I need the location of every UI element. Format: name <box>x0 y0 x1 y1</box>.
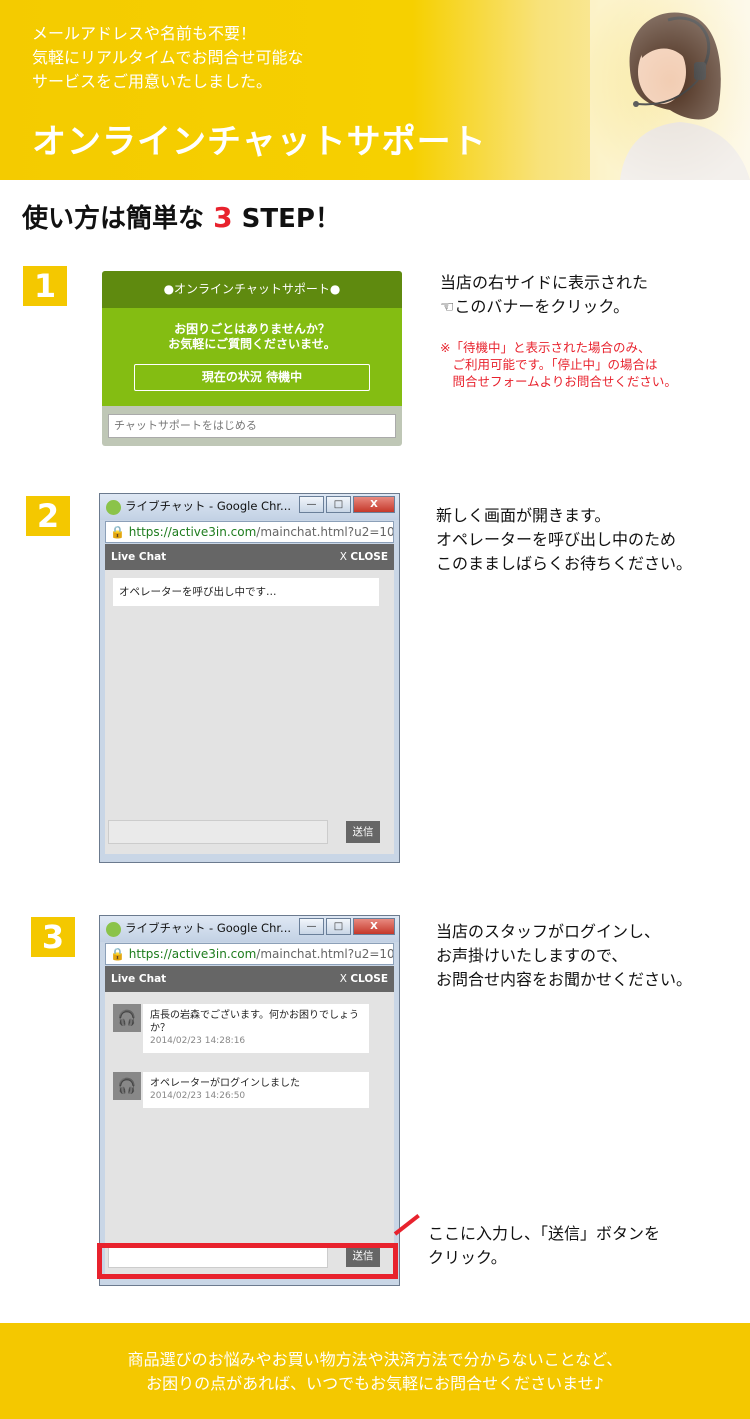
send-button[interactable]: 送信 <box>346 821 380 843</box>
chat-close-button[interactable]: X CLOSE <box>340 544 388 570</box>
step-2-badge: 2 <box>26 496 70 536</box>
lock-icon: 🔒 <box>110 525 125 539</box>
step-3-hint: ここに入力し、「送信」ボタンを クリック。 <box>428 1222 660 1270</box>
chat-window-step-2: ライブチャット - Google Chr... — □ X 🔒 https://… <box>99 493 400 863</box>
support-operator-image <box>590 0 750 180</box>
banner-message-1: お困りごとはありませんか？ <box>174 322 330 336</box>
footer-line-2: お困りの点があれば、いつでもお気軽にお問合せくださいませ♪ <box>146 1374 604 1393</box>
step-1-desc-line-1: 当店の右サイドに表示された <box>440 273 649 292</box>
headset-icon: 🎧 <box>113 1004 141 1032</box>
url-scheme: https:// <box>128 525 172 539</box>
hero-intro: メールアドレスや名前も不要！ 気軽にリアルタイムでお問合せ可能な サービスをご用… <box>32 22 304 94</box>
hero-title: オンラインチャットサポート <box>32 122 487 162</box>
live-chat-header: Live Chat X CLOSE <box>105 544 394 570</box>
steps-heading-suffix: STEP！ <box>241 204 341 234</box>
live-chat-header: Live Chat X CLOSE <box>105 966 394 992</box>
chat-favicon-icon <box>106 922 121 937</box>
window-titlebar: ライブチャット - Google Chr... — □ X <box>100 494 399 520</box>
chat-close-button[interactable]: X CLOSE <box>340 966 388 992</box>
step-1-description: 当店の右サイドに表示された ☜このバナーをクリック。 <box>440 271 648 319</box>
window-close-button[interactable]: X <box>353 918 395 935</box>
step-3-hint-line-2: クリック。 <box>428 1248 507 1267</box>
chat-body: オペレーターを呼び出し中です… 送信 <box>105 570 394 854</box>
banner-start-chat-field[interactable]: チャットサポートをはじめる <box>108 414 396 438</box>
step-1-note: ※「待機中」と表示された場合のみ、 ご利用可能です。「停止中」の場合は 問合せフ… <box>440 339 677 390</box>
chat-window-step-3: ライブチャット - Google Chr... — □ X 🔒 https://… <box>99 915 400 1286</box>
window-title: ライブチャット - Google Chr... <box>125 921 292 935</box>
step-1-desc-line-2: ☜このバナーをクリック。 <box>440 297 630 316</box>
banner-status-box: 現在の状況 待機中 <box>134 364 370 391</box>
step-3-desc-line-3: お問合せ内容をお聞かせください。 <box>436 970 693 989</box>
close-x-icon: X <box>339 551 347 563</box>
url-path: /mainchat.html?u2=10 <box>256 947 394 961</box>
step-1-note-line-1: ※「待機中」と表示された場合のみ、 <box>440 340 651 355</box>
hero-line-2: 気軽にリアルタイムでお問合せ可能な <box>32 48 304 67</box>
message-bubble: 店長の岩森でございます。何かお困りでしょう か？ 2014/02/23 14:2… <box>143 1004 369 1053</box>
step-3-desc-line-1: 当店のスタッフがログインし、 <box>436 922 661 941</box>
minimize-button[interactable]: — <box>299 918 324 935</box>
step-1-note-line-3: 問合せフォームよりお問合せください。 <box>440 374 677 389</box>
step-2-desc-line-3: このまましばらくお待ちください。 <box>436 554 693 573</box>
message-timestamp: 2014/02/23 14:26:50 <box>150 1091 246 1101</box>
footer-line-1: 商品選びのお悩みやお買い物方法や決済方法で分からないことなど、 <box>127 1350 623 1369</box>
url-scheme: https:// <box>128 947 172 961</box>
system-message: オペレーターを呼び出し中です… <box>113 578 379 606</box>
close-x-icon: X <box>339 973 347 985</box>
window-close-button[interactable]: X <box>353 496 395 513</box>
url-host: active3in.com <box>171 525 257 539</box>
input-highlight-box <box>97 1243 398 1279</box>
step-1-badge: 1 <box>23 266 67 306</box>
banner-message-2: お気軽にご質問くださいませ。 <box>168 337 336 351</box>
step-3-badge: 3 <box>31 917 75 957</box>
step-2-desc-line-1: 新しく画面が開きます。 <box>436 506 611 525</box>
banner-title: ●オンラインチャットサポート● <box>102 271 402 308</box>
steps-heading: 使い方は簡単な 3 STEP！ <box>22 198 341 235</box>
address-bar[interactable]: 🔒 https://active3in.com/mainchat.html?u2… <box>105 521 394 543</box>
address-bar[interactable]: 🔒 https://active3in.com/mainchat.html?u2… <box>105 943 394 965</box>
url-path: /mainchat.html?u2=10 <box>256 525 394 539</box>
banner-body: お困りごとはありませんか？ お気軽にご質問くださいませ。 現在の状況 待機中 <box>102 308 402 406</box>
steps-heading-number: 3 <box>213 201 233 234</box>
message-text: 店長の岩森でございます。何かお困りでしょう <box>150 1010 359 1021</box>
message-bubble: オペレーターがログインしました 2014/02/23 14:26:50 <box>143 1072 369 1108</box>
chat-input-row: 送信 <box>108 820 384 844</box>
message-text: オペレーターがログインしました <box>150 1078 300 1089</box>
step-1-note-line-2: ご利用可能です。「停止中」の場合は <box>440 357 658 372</box>
step-3-description: 当店のスタッフがログインし、 お声掛けいたしますので、 お問合せ内容をお聞かせく… <box>436 920 692 992</box>
step-3-hint-line-1: ここに入力し、「送信」ボタンを <box>428 1224 661 1243</box>
hero-banner: メールアドレスや名前も不要！ 気軽にリアルタイムでお問合せ可能な サービスをご用… <box>0 0 750 180</box>
live-chat-label: Live Chat <box>111 551 167 563</box>
window-controls: — □ X <box>297 918 395 935</box>
hero-line-1: メールアドレスや名前も不要！ <box>32 24 257 43</box>
footer-banner: 商品選びのお悩みやお買い物方法や決済方法で分からないことなど、 お困りの点があれ… <box>0 1323 750 1419</box>
minimize-button[interactable]: — <box>299 496 324 513</box>
chat-favicon-icon <box>106 500 121 515</box>
headset-icon: 🎧 <box>113 1072 141 1100</box>
message-text-cont: か？ <box>150 1023 170 1034</box>
step-2-description: 新しく画面が開きます。 オペレーターを呼び出し中のため このまましばらくお待ちく… <box>436 504 692 576</box>
chat-close-label: CLOSE <box>350 551 388 563</box>
live-chat-label: Live Chat <box>111 973 167 985</box>
message-timestamp: 2014/02/23 14:28:16 <box>150 1036 246 1046</box>
steps-heading-prefix: 使い方は簡単な <box>22 204 205 234</box>
step-2-desc-line-2: オペレーターを呼び出し中のため <box>436 530 677 549</box>
hero-line-3: サービスをご用意いたしました。 <box>32 72 273 91</box>
maximize-button[interactable]: □ <box>326 918 351 935</box>
step-3-desc-line-2: お声掛けいたしますので、 <box>436 946 628 965</box>
window-controls: — □ X <box>297 496 395 513</box>
lock-icon: 🔒 <box>110 947 125 961</box>
chat-support-banner[interactable]: ●オンラインチャットサポート● お困りごとはありませんか？ お気軽にご質問くださ… <box>102 271 402 446</box>
chat-input[interactable] <box>108 820 328 844</box>
url-host: active3in.com <box>171 947 257 961</box>
chat-close-label: CLOSE <box>350 973 388 985</box>
window-title: ライブチャット - Google Chr... <box>125 499 292 513</box>
chat-body: 🎧 店長の岩森でございます。何かお困りでしょう か？ 2014/02/23 14… <box>105 992 394 1277</box>
maximize-button[interactable]: □ <box>326 496 351 513</box>
window-titlebar: ライブチャット - Google Chr... — □ X <box>100 916 399 942</box>
